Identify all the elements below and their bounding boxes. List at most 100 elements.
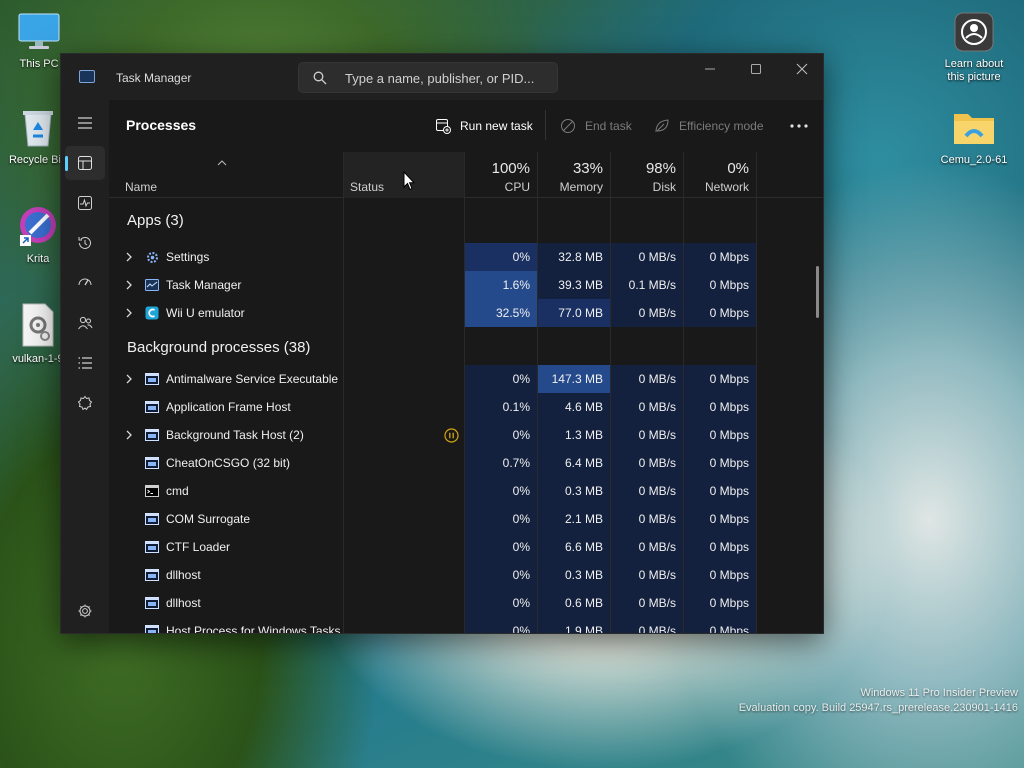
- table-row[interactable]: Wii U emulator 32.5% 77.0 MB 0 MB/s 0 Mb…: [109, 299, 823, 327]
- memory-cell: 1.9 MB: [538, 617, 610, 633]
- disk-cell: 0 MB/s: [611, 243, 683, 271]
- cpu-cell: 0.7%: [465, 449, 537, 477]
- maximize-button[interactable]: [733, 54, 779, 84]
- camera-icon: [938, 12, 1010, 55]
- disk-cell: 0 MB/s: [611, 421, 683, 449]
- cpu-cell: 0%: [465, 243, 537, 271]
- table-row[interactable]: Application Frame Host 0.1% 4.6 MB 0 MB/…: [109, 393, 823, 421]
- memory-cell: 77.0 MB: [538, 299, 610, 327]
- table-row[interactable]: cmd 0% 0.3 MB 0 MB/s 0 Mbps: [109, 477, 823, 505]
- process-list: Apps (3) Settings 0% 32.8 MB 0 MB/s 0 Mb…: [109, 199, 823, 633]
- nav-hamburger-button[interactable]: [65, 106, 105, 140]
- column-name-label: Name: [125, 180, 158, 194]
- column-disk[interactable]: 98% Disk: [611, 152, 683, 198]
- nav-services[interactable]: [65, 386, 105, 420]
- end-task-button[interactable]: End task: [560, 100, 632, 152]
- cpu-cell: 0%: [465, 617, 537, 633]
- settings-icon: [78, 604, 92, 618]
- table-row[interactable]: Host Process for Windows Tasks 0% 1.9 MB…: [109, 617, 823, 633]
- process-name: Application Frame Host: [166, 400, 291, 414]
- gear-icon: [145, 250, 159, 264]
- column-memory-label: Memory: [559, 180, 603, 194]
- more-options-icon: [790, 124, 808, 128]
- column-cpu-label: CPU: [504, 180, 530, 194]
- nav-processes[interactable]: [65, 146, 105, 180]
- cpu-cell: 0%: [465, 365, 537, 393]
- table-row[interactable]: CTF Loader 0% 6.6 MB 0 MB/s 0 Mbps: [109, 533, 823, 561]
- chevron-right-icon[interactable]: [125, 243, 139, 271]
- disk-cell: 0 MB/s: [611, 561, 683, 589]
- cpu-cell: 0%: [465, 561, 537, 589]
- disk-total-percent: 98%: [645, 160, 676, 177]
- disk-cell: 0 MB/s: [611, 299, 683, 327]
- app-window-icon: [145, 428, 159, 442]
- desktop-icon-label: Learn about this picture: [944, 58, 1004, 83]
- network-total-percent: 0%: [727, 160, 749, 177]
- process-name: Wii U emulator: [166, 306, 245, 320]
- hamburger-menu-icon: [78, 117, 92, 129]
- run-new-task-button[interactable]: Run new task: [435, 100, 533, 152]
- table-row[interactable]: Antimalware Service Executable 0% 147.3 …: [109, 365, 823, 393]
- column-status[interactable]: Status: [344, 152, 464, 198]
- task-manager-window: Task Manager Type a name, publisher, or …: [60, 53, 824, 634]
- chevron-right-icon[interactable]: [125, 271, 139, 299]
- vertical-scrollbar[interactable]: [816, 266, 819, 318]
- task-manager-icon: [145, 278, 159, 292]
- table-row[interactable]: dllhost 0% 0.6 MB 0 MB/s 0 Mbps: [109, 589, 823, 617]
- column-network[interactable]: 0% Network: [684, 152, 756, 198]
- users-icon: [78, 316, 93, 330]
- status-cell: [437, 421, 465, 449]
- search-input[interactable]: Type a name, publisher, or PID...: [298, 62, 558, 93]
- table-row[interactable]: dllhost 0% 0.3 MB 0 MB/s 0 Mbps: [109, 561, 823, 589]
- window-title: Task Manager: [116, 71, 192, 85]
- nav-startup-apps[interactable]: [65, 266, 105, 300]
- efficiency-mode-button[interactable]: Efficiency mode: [654, 100, 764, 152]
- network-cell: 0 Mbps: [684, 365, 756, 393]
- cpu-cell: 0%: [465, 533, 537, 561]
- column-name[interactable]: Name: [109, 152, 343, 198]
- chevron-right-icon[interactable]: [125, 365, 139, 393]
- column-memory[interactable]: 33% Memory: [538, 152, 610, 198]
- nav-settings[interactable]: [65, 594, 105, 628]
- services-icon: [77, 395, 93, 411]
- nav-details[interactable]: [65, 346, 105, 380]
- process-name: Task Manager: [166, 278, 242, 292]
- network-cell: 0 Mbps: [684, 477, 756, 505]
- close-button[interactable]: [779, 54, 823, 84]
- nav-app-history[interactable]: [65, 226, 105, 260]
- desktop-icon-cemu[interactable]: Cemu_2.0-61: [938, 108, 1010, 166]
- table-row[interactable]: CheatOnCSGO (32 bit) 0.7% 6.4 MB 0 MB/s …: [109, 449, 823, 477]
- title-bar[interactable]: Task Manager Type a name, publisher, or …: [61, 54, 823, 100]
- disk-cell: 0 MB/s: [611, 365, 683, 393]
- nav-users[interactable]: [65, 306, 105, 340]
- mouse-cursor-icon: [403, 171, 415, 191]
- startup-apps-icon: [78, 278, 92, 286]
- app-window-icon: [145, 540, 159, 554]
- process-name: cmd: [166, 484, 189, 498]
- network-cell: 0 Mbps: [684, 561, 756, 589]
- group-label: Apps (3): [127, 212, 184, 229]
- desktop-icon-learn-picture[interactable]: Learn about this picture: [938, 12, 1010, 84]
- disk-cell: 0 MB/s: [611, 393, 683, 421]
- memory-cell: 1.3 MB: [538, 421, 610, 449]
- chevron-right-icon[interactable]: [125, 299, 139, 327]
- cpu-cell: 0%: [465, 505, 537, 533]
- efficiency-mode-label: Efficiency mode: [679, 119, 764, 133]
- disk-cell: 0 MB/s: [611, 477, 683, 505]
- table-row[interactable]: COM Surrogate 0% 2.1 MB 0 MB/s 0 Mbps: [109, 505, 823, 533]
- cemu-icon: [145, 306, 159, 320]
- table-row[interactable]: Background Task Host (2) 0% 1.3 MB 0 MB/…: [109, 421, 823, 449]
- task-manager-icon: [79, 70, 95, 83]
- table-row[interactable]: Settings 0% 32.8 MB 0 MB/s 0 Mbps: [109, 243, 823, 271]
- app-window-icon: [145, 596, 159, 610]
- minimize-button[interactable]: [687, 54, 733, 84]
- column-cpu[interactable]: 100% CPU: [465, 152, 537, 198]
- table-row[interactable]: Task Manager 1.6% 39.3 MB 0.1 MB/s 0 Mbp…: [109, 271, 823, 299]
- nav-performance[interactable]: [65, 186, 105, 220]
- chevron-right-icon[interactable]: [125, 421, 139, 449]
- sort-ascending-icon: [217, 156, 227, 170]
- more-options-button[interactable]: [784, 118, 814, 134]
- folder-icon: [938, 108, 1010, 151]
- run-new-task-label: Run new task: [460, 119, 533, 133]
- search-placeholder: Type a name, publisher, or PID...: [345, 71, 535, 86]
